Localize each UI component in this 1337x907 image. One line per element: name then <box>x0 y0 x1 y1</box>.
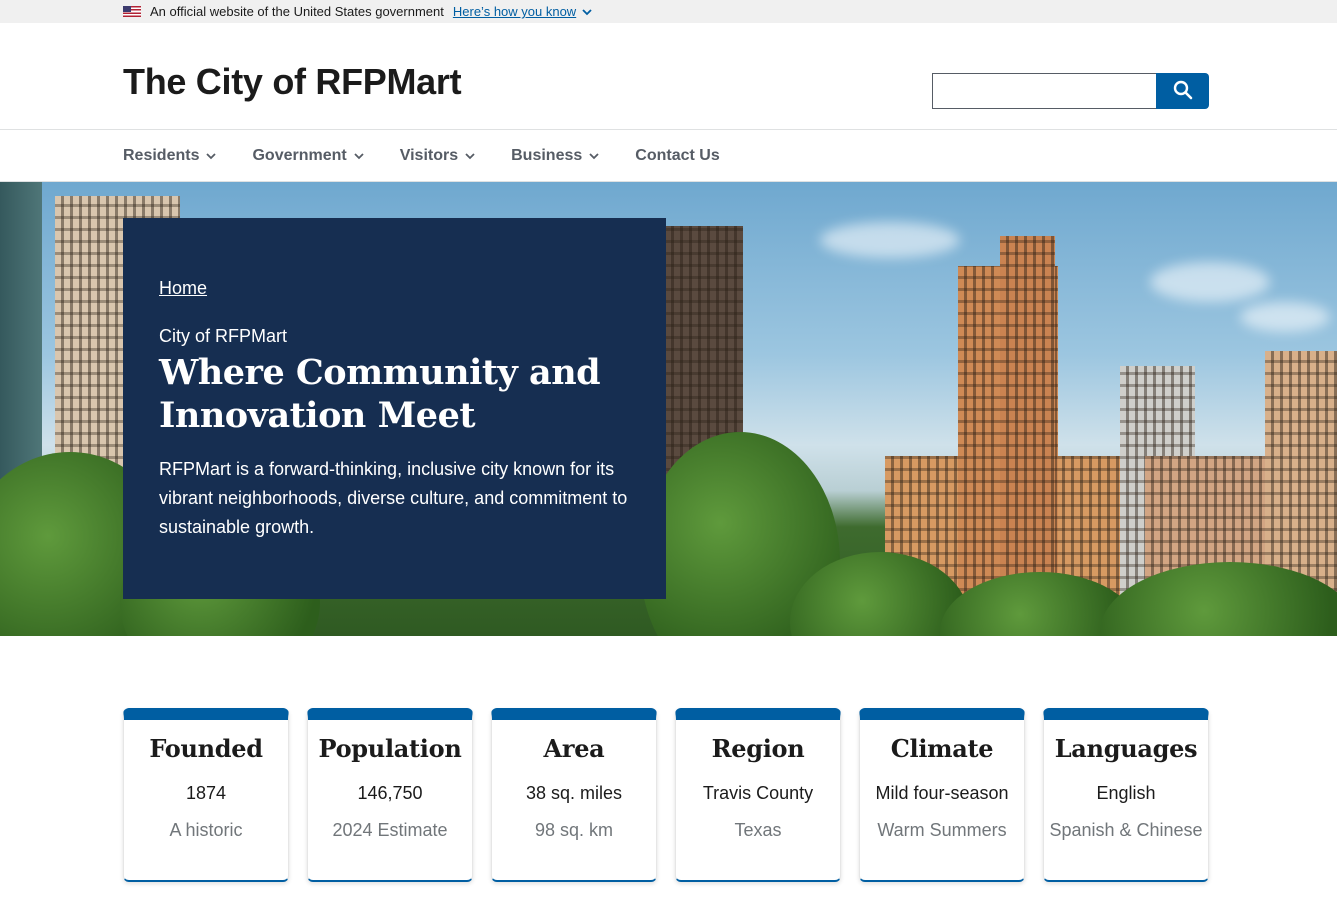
site-title[interactable]: The City of RFPMart <box>123 61 462 103</box>
chevron-down-icon <box>206 147 217 165</box>
fact-title: Founded <box>149 734 263 763</box>
fact-title: Region <box>711 734 805 763</box>
nav-item-label: Contact Us <box>635 146 720 164</box>
fact-card-languages: Languages English Spanish & Chinese <box>1043 708 1209 882</box>
fact-card-population: Population 146,750 2024 Estimate <box>307 708 473 882</box>
chevron-down-icon <box>354 147 364 165</box>
fact-title: Population <box>318 734 462 763</box>
heres-how-you-know-link[interactable]: Here’s how you know <box>453 4 592 19</box>
fact-secondary: A historic <box>169 820 243 840</box>
nav-item-label: Government <box>252 146 347 164</box>
search-form <box>932 73 1209 109</box>
fact-primary: 146,750 <box>357 783 423 803</box>
heres-how-you-know-label: Here’s how you know <box>452 4 577 19</box>
fact-primary: English <box>1096 783 1156 803</box>
fact-title: Climate <box>890 734 994 763</box>
breadcrumb-home-link[interactable]: Home <box>159 278 207 299</box>
fact-card-climate: Climate Mild four-season Warm Summers <box>859 708 1025 882</box>
fact-secondary: 2024 Estimate <box>332 820 448 840</box>
city-facts: Founded 1874 A historic Population 146,7… <box>123 708 1209 882</box>
hero-panel: Home City of RFPMart Where Community and… <box>123 218 666 599</box>
fact-secondary: Spanish & Chinese <box>1049 820 1203 840</box>
fact-primary: Travis County <box>702 783 814 803</box>
chevron-down-icon <box>465 147 475 165</box>
hero-eyebrow: City of RFPMart <box>159 326 288 346</box>
gov-banner: An official website of the United States… <box>0 0 1337 23</box>
nav-item-label: Visitors <box>399 146 459 164</box>
fact-card-area: Area 38 sq. miles 98 sq. km <box>491 708 657 882</box>
nav-item-contact-us[interactable]: Contact Us <box>635 147 719 165</box>
fact-title: Languages <box>1054 734 1198 763</box>
fact-title: Area <box>543 734 605 763</box>
fact-primary: Mild four-season <box>875 783 1009 803</box>
gov-banner-text: An official website of the United States… <box>150 4 444 19</box>
primary-nav: Residents Government Visitors Business C… <box>0 130 1337 182</box>
search-icon <box>1173 80 1193 103</box>
fact-primary: 38 sq. miles <box>525 783 623 803</box>
search-button[interactable] <box>1156 73 1209 109</box>
fact-secondary: Warm Summers <box>877 820 1007 840</box>
nav-item-label: Business <box>511 146 583 164</box>
fact-card-founded: Founded 1874 A historic <box>123 708 289 882</box>
nav-item-government[interactable]: Government <box>252 146 364 165</box>
search-input[interactable] <box>932 73 1156 109</box>
chevron-down-icon <box>582 4 592 19</box>
hero-description: RFPMart is a forward-thinking, inclusive… <box>159 459 628 537</box>
fact-primary: 1874 <box>185 783 227 803</box>
fact-secondary: 98 sq. km <box>534 820 614 840</box>
hero-section: Home City of RFPMart Where Community and… <box>0 182 1337 636</box>
hero-title: Where Community and Innovation Meet <box>159 352 601 436</box>
fact-card-region: Region Travis County Texas <box>675 708 841 882</box>
nav-item-residents[interactable]: Residents <box>123 146 217 165</box>
chevron-down-icon <box>589 147 599 165</box>
site-header: The City of RFPMart <box>0 23 1337 130</box>
nav-item-business[interactable]: Business <box>511 147 599 165</box>
us-flag-icon <box>123 6 141 17</box>
nav-item-visitors[interactable]: Visitors <box>400 147 475 165</box>
nav-item-label: Residents <box>123 146 200 164</box>
fact-secondary: Texas <box>734 820 782 840</box>
